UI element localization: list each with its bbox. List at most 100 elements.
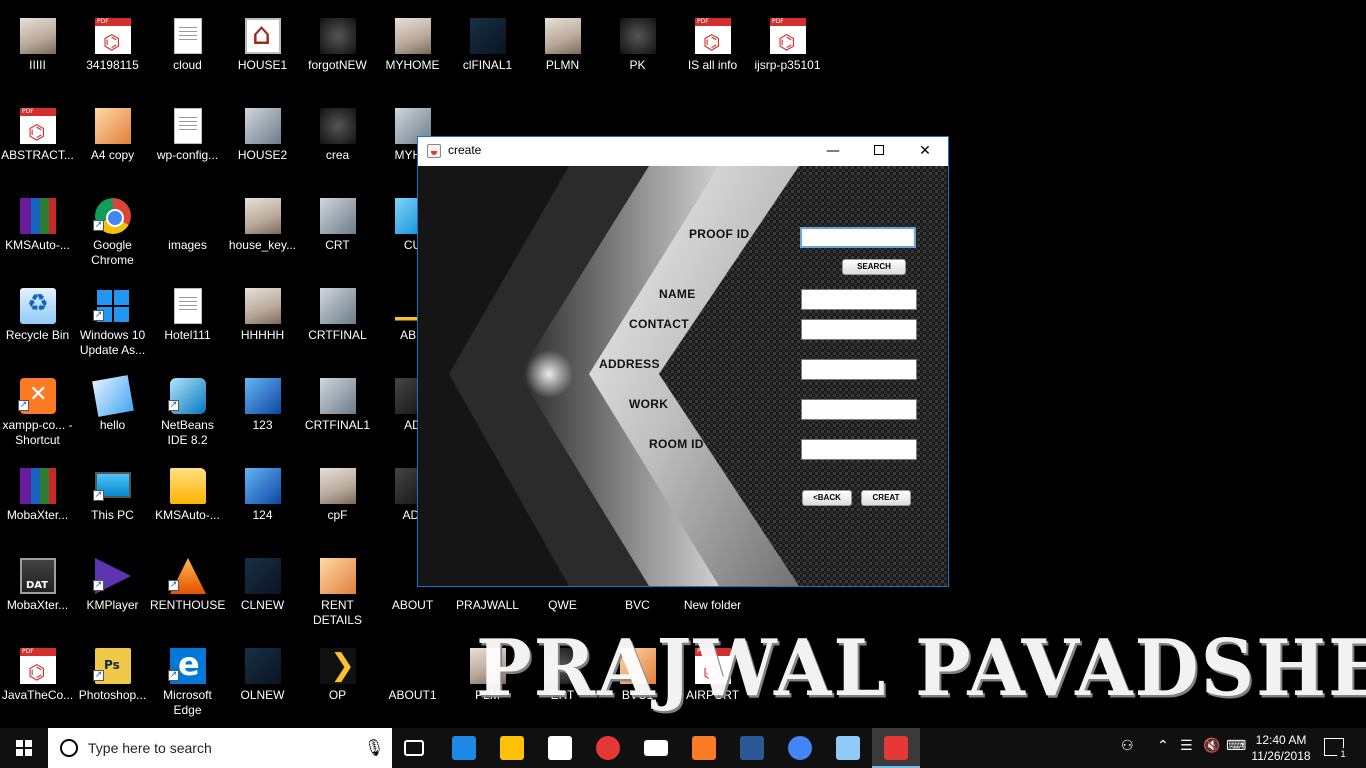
- desktop-icon[interactable]: ↗ This PC: [75, 460, 150, 548]
- desktop-icon-label: MYHOME: [385, 58, 440, 72]
- desktop-icon[interactable]: RENT DETAILS: [300, 550, 375, 638]
- desktop-icon[interactable]: crea: [300, 100, 375, 188]
- desktop-icon[interactable]: ↗ KMPlayer: [75, 550, 150, 638]
- taskbar-mail-button[interactable]: [632, 728, 680, 768]
- desktop-icon[interactable]: ABSTRACT...: [0, 100, 75, 188]
- desktop-icon[interactable]: ↗ NetBeans IDE 8.2: [150, 370, 225, 458]
- desktop-icon[interactable]: OP: [300, 640, 375, 728]
- system-clock[interactable]: 12:40 AM 11/26/2018: [1243, 732, 1319, 764]
- desktop-icon[interactable]: cloud: [150, 10, 225, 98]
- desktop-icon[interactable]: MobaXter...: [0, 460, 75, 548]
- desktop-icon[interactable]: PK: [600, 10, 675, 98]
- room-id-input[interactable]: [801, 439, 917, 460]
- desktop-icon[interactable]: CRTFINAL: [300, 280, 375, 368]
- desktop-icon[interactable]: Recycle Bin: [0, 280, 75, 368]
- desktop-icon[interactable]: IIIII: [0, 10, 75, 98]
- chrome-icon: [788, 736, 812, 760]
- taskbar-java-button[interactable]: [872, 728, 920, 768]
- people-icon[interactable]: ⚇: [1121, 738, 1134, 754]
- taskbar-xampp-button[interactable]: [680, 728, 728, 768]
- name-input[interactable]: [801, 289, 917, 310]
- taskbar-chrome-button[interactable]: [776, 728, 824, 768]
- address-input[interactable]: [801, 359, 917, 380]
- desktop-icon[interactable]: KMSAuto-...: [0, 190, 75, 278]
- img3-icon: [245, 558, 281, 594]
- img3-icon: [470, 18, 506, 54]
- desktop-icon[interactable]: images: [150, 190, 225, 278]
- desktop-icon[interactable]: IS all info: [675, 10, 750, 98]
- start-button[interactable]: [0, 728, 48, 768]
- desktop-icon[interactable]: A4 copy: [75, 100, 150, 188]
- taskbar-task-view-button[interactable]: [392, 728, 440, 768]
- taskbar-search-box[interactable]: Type here to search 🎙: [48, 728, 392, 768]
- volume-muted-icon[interactable]: 🔇: [1203, 738, 1220, 754]
- desktop-icon[interactable]: ABOUT1: [375, 640, 450, 728]
- desktop-icon-label: RENTHOUSE: [150, 598, 226, 612]
- taskbar-store-button[interactable]: [536, 728, 584, 768]
- dat-icon: [20, 558, 56, 594]
- img2-icon: [395, 18, 431, 54]
- desktop-icon[interactable]: OLNEW: [225, 640, 300, 728]
- desktop-icon[interactable]: ↗ xampp-co... - Shortcut: [0, 370, 75, 458]
- desktop-icon[interactable]: ↗ Google Chrome: [75, 190, 150, 278]
- desktop-icon[interactable]: HOUSE1: [225, 10, 300, 98]
- desktop-icon[interactable]: hello: [75, 370, 150, 458]
- desktop-icon[interactable]: PLMN: [525, 10, 600, 98]
- chevron-up-icon[interactable]: ⌃: [1157, 738, 1169, 754]
- desktop-icon[interactable]: ↗ RENTHOUSE: [150, 550, 225, 638]
- desktop-icon[interactable]: ↗ Windows 10 Update As...: [75, 280, 150, 368]
- proof-id-input[interactable]: [800, 227, 916, 248]
- shortcut-arrow-icon: ↗: [168, 670, 179, 681]
- pdf-icon: [20, 648, 56, 684]
- desktop-icon[interactable]: CRTFINAL1: [300, 370, 375, 458]
- img2-icon: [245, 198, 281, 234]
- create-button[interactable]: CREAT: [861, 490, 911, 506]
- desktop-icon-label: JavaTheCo...: [1, 688, 74, 702]
- desktop-icon-label: Google Chrome: [91, 238, 134, 267]
- desktop-icon-label: HOUSE1: [237, 58, 288, 72]
- desktop-icon[interactable]: 124: [225, 460, 300, 548]
- back-button[interactable]: <BACK: [802, 490, 852, 506]
- desktop-icon[interactable]: forgotNEW: [300, 10, 375, 98]
- desktop-icon[interactable]: wp-config...: [150, 100, 225, 188]
- work-input[interactable]: [801, 399, 917, 420]
- taskbar-word-button[interactable]: [728, 728, 776, 768]
- contact-input[interactable]: [801, 319, 917, 340]
- search-button[interactable]: SEARCH: [842, 259, 906, 275]
- desktop-icon[interactable]: HOUSE2: [225, 100, 300, 188]
- desktop-icon[interactable]: HHHHH: [225, 280, 300, 368]
- desktop-icon-label: clFINAL1: [462, 58, 513, 72]
- desktop-icon[interactable]: ↗ Microsoft Edge: [150, 640, 225, 728]
- store-icon: [548, 736, 572, 760]
- desktop-icon[interactable]: JavaTheCo...: [0, 640, 75, 728]
- microphone-icon[interactable]: 🎙: [364, 738, 384, 757]
- desktop-icon[interactable]: MYHOME: [375, 10, 450, 98]
- desktop-icon[interactable]: ijsrp-p35101: [750, 10, 825, 98]
- img-icon: [320, 288, 356, 324]
- close-button[interactable]: ✕: [902, 137, 948, 166]
- desktop-icon[interactable]: 123: [225, 370, 300, 458]
- desktop-icon[interactable]: CLNEW: [225, 550, 300, 638]
- desktop-icon[interactable]: cpF: [300, 460, 375, 548]
- window-titlebar[interactable]: create — ✕: [418, 137, 948, 166]
- desktop-icon[interactable]: CRT: [300, 190, 375, 278]
- desktop-icon[interactable]: Hotel111: [150, 280, 225, 368]
- taskbar-netbeans-button[interactable]: [824, 728, 872, 768]
- desktop-icon-label: Microsoft Edge: [163, 688, 212, 717]
- taskbar-opera-button[interactable]: [584, 728, 632, 768]
- desktop-icon[interactable]: KMSAuto-...: [150, 460, 225, 548]
- desktop-icon[interactable]: house_key...: [225, 190, 300, 278]
- desktop-icon-label: RENT DETAILS: [312, 598, 363, 627]
- shortcut-arrow-icon: ↗: [168, 400, 179, 411]
- desktop-icon[interactable]: clFINAL1: [450, 10, 525, 98]
- maximize-button[interactable]: [856, 137, 902, 166]
- taskbar-file-explorer-button[interactable]: [488, 728, 536, 768]
- dark-icon: [320, 108, 356, 144]
- desktop-icon[interactable]: 34198115: [75, 10, 150, 98]
- wifi-icon[interactable]: ☰: [1180, 738, 1193, 754]
- taskbar: Type here to search 🎙 ⚇ ⌃ ☰ 🔇 ⌨ 12:40 AM…: [0, 728, 1366, 768]
- minimize-button[interactable]: —: [810, 137, 856, 166]
- desktop-icon[interactable]: ↗ Photoshop...: [75, 640, 150, 728]
- desktop-icon[interactable]: MobaXter...: [0, 550, 75, 638]
- taskbar-edge-button[interactable]: [440, 728, 488, 768]
